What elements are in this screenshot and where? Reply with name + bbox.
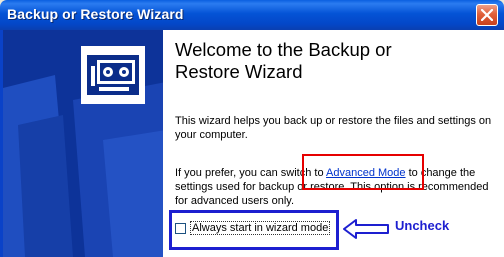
left-arrow-icon	[343, 219, 389, 239]
wizard-side-panel	[0, 30, 166, 257]
uncheck-annotation: Uncheck	[395, 218, 450, 233]
title-bar[interactable]: Backup or Restore Wizard	[0, 0, 504, 30]
backup-tape-icon	[81, 46, 145, 104]
window-title: Backup or Restore Wizard	[7, 6, 184, 22]
close-icon	[481, 9, 493, 21]
checkbox-highlight-box	[169, 210, 339, 250]
intro-paragraph: This wizard helps you back up or restore…	[175, 115, 492, 141]
wizard-heading: Welcome to the Backup or Restore Wizard	[175, 39, 392, 82]
backup-restore-wizard-window: Backup or Restore Wizard Welcome to the …	[0, 0, 504, 257]
close-button[interactable]	[476, 4, 498, 26]
advanced-mode-highlight-box	[302, 154, 424, 190]
